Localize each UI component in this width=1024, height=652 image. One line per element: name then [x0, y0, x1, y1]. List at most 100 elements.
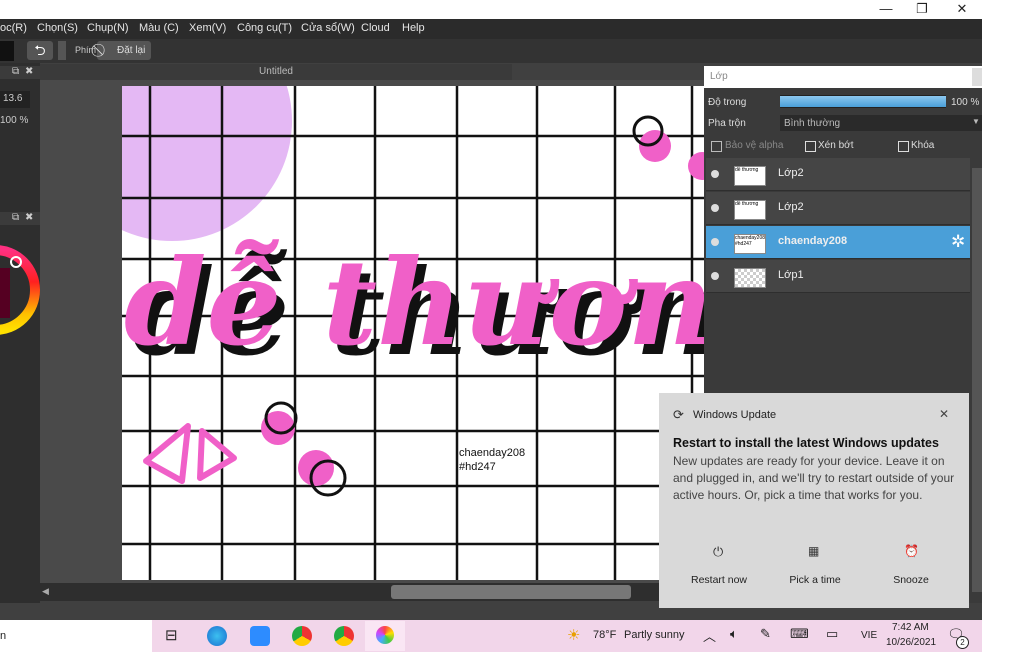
menu-item-image[interactable]: oc(R) [0, 22, 27, 34]
desktop-edge [982, 0, 1024, 652]
layer-item-selected[interactable]: chaenday208 #hd247 chaenday208 ✲ [706, 226, 970, 259]
chrome-icon[interactable] [334, 626, 354, 646]
visibility-icon[interactable] [711, 272, 719, 280]
visibility-icon[interactable] [711, 204, 719, 212]
power-icon: ⏻ [713, 544, 724, 559]
toast-close-icon[interactable]: ✕ [939, 407, 949, 421]
minimize-button[interactable]: — [866, 0, 906, 19]
menu-item-capture[interactable]: Chụp(N) [87, 22, 129, 34]
phim-label: Phím [75, 45, 97, 55]
scroll-thumb[interactable] [391, 585, 631, 599]
popout-icon[interactable]: ⧉ [12, 212, 19, 223]
reset-label: Đặt lại [117, 45, 146, 56]
blend-mode-select[interactable]: Bình thường ▼ [780, 115, 982, 131]
menu-item-color[interactable]: Màu (C) [139, 22, 179, 34]
notification-toast[interactable]: ⟳ Windows Update ✕ Restart to install th… [659, 393, 969, 608]
color-wheel[interactable] [0, 228, 40, 358]
layer-thumbnail [734, 268, 766, 288]
task-view-icon[interactable]: ⊟ [165, 626, 178, 644]
reset-button[interactable]: ⃠ Đặt lại [97, 41, 151, 60]
language-indicator[interactable]: VIE [861, 630, 877, 641]
brush-size-value: 13.6 [3, 93, 23, 104]
pick-a-time-label: Pick a time [789, 574, 841, 586]
title-text: dễ thương [124, 233, 704, 372]
snooze-button[interactable]: ⏰ Snooze [863, 539, 959, 589]
toast-title: Restart to install the latest Windows up… [673, 436, 939, 450]
pen-icon[interactable]: ✎ [760, 626, 771, 642]
toast-app-name: Windows Update [693, 409, 777, 421]
brush-opacity-value: 100 % [0, 115, 29, 126]
gear-icon[interactable]: ✲ [951, 232, 965, 252]
menu-item-select[interactable]: Chọn(S) [37, 22, 78, 34]
layer-scrollbar[interactable] [972, 168, 982, 592]
popout-icon[interactable]: ⧉ [12, 66, 19, 77]
signature-line2: #hd247 [459, 461, 496, 473]
network-icon[interactable]: ▭ [826, 626, 838, 642]
taskbar-search-area[interactable]: n [0, 620, 152, 652]
undo-dropdown[interactable] [58, 41, 66, 60]
document-tab[interactable]: Untitled [40, 64, 512, 80]
weather-desc[interactable]: Partly sunny [624, 629, 685, 641]
menu-item-cloud[interactable]: Cloud [361, 22, 390, 34]
close-panel-icon[interactable]: ✖ [25, 212, 33, 223]
opacity-slider[interactable] [780, 95, 946, 108]
left-panel-header [0, 66, 40, 79]
document-title: Untitled [259, 66, 293, 77]
menu-item-help[interactable]: Help [402, 22, 425, 34]
visibility-icon[interactable] [711, 170, 719, 178]
volume-icon[interactable]: 🔈︎ [730, 626, 738, 642]
menu-item-view[interactable]: Xem(V) [189, 22, 226, 34]
weather-temp[interactable]: 78°F [593, 629, 616, 641]
opacity-label: Độ trong [708, 97, 747, 108]
chrome-icon[interactable] [292, 626, 312, 646]
zoom-icon[interactable] [250, 626, 270, 646]
clock-time[interactable]: 7:42 AM [892, 622, 929, 633]
medibang-icon [376, 626, 394, 644]
active-app-tile[interactable] [365, 621, 405, 651]
undo-icon[interactable]: ⮌ [27, 41, 53, 60]
protect-alpha-checkbox[interactable] [711, 141, 722, 152]
lavender-circle [122, 86, 292, 241]
layer-name: Lớp2 [778, 167, 804, 179]
toast-body: New updates are ready for your device. L… [673, 454, 955, 502]
panel-scroll[interactable] [972, 68, 982, 86]
clipping-checkbox[interactable] [805, 141, 816, 152]
close-button[interactable]: ✕ [942, 0, 982, 19]
scroll-left-icon[interactable]: ◀ [42, 586, 49, 597]
lock-label: Khóa [911, 140, 935, 151]
layer-item[interactable]: Lớp1 [706, 260, 970, 293]
color-panel-header [0, 212, 40, 225]
clock-date[interactable]: 10/26/2021 [886, 637, 936, 648]
layer-panel-header: Lớp [704, 66, 982, 88]
drawing-canvas[interactable]: dễ thương dễ thương chaenday208 #hd247 [122, 86, 704, 580]
restart-now-button[interactable]: ⏻ Restart now [671, 539, 767, 589]
protect-alpha-label: Bảo vệ alpha [725, 140, 784, 151]
menu-item-tools[interactable]: Công cụ(T) [237, 22, 292, 34]
blend-label: Pha trộn [708, 118, 746, 129]
layer-panel-title: Lớp [710, 71, 728, 82]
taskbar-left-text: n [0, 630, 7, 642]
horizontal-scrollbar[interactable]: ◀ [40, 583, 704, 601]
layer-thumbnail: dễ thương [734, 200, 766, 220]
pick-a-time-button[interactable]: ▦ Pick a time [767, 539, 863, 589]
layer-name: Lớp1 [778, 269, 804, 281]
edge-icon[interactable] [207, 626, 227, 646]
keyboard-icon[interactable]: ⌨ [790, 626, 809, 642]
restart-now-label: Restart now [690, 574, 748, 586]
blend-mode-value: Bình thường [784, 118, 841, 129]
chevron-up-icon[interactable]: ︿ [703, 626, 716, 645]
weather-icon[interactable]: ☀ [567, 626, 580, 644]
close-panel-icon[interactable]: ✖ [25, 66, 33, 77]
calendar-clock-icon: ▦ [808, 544, 820, 558]
signature-line1: chaenday208 [459, 447, 526, 459]
clipping-label: Xén bớt [818, 140, 854, 151]
lock-checkbox[interactable] [898, 141, 909, 152]
layer-item[interactable]: dễ thương Lớp2 [706, 158, 970, 191]
visibility-icon[interactable] [711, 238, 719, 246]
restore-button[interactable]: ❐ [902, 0, 942, 19]
tool-selector[interactable] [0, 41, 14, 61]
menu-item-window[interactable]: Cửa sổ(W) [301, 22, 355, 34]
layer-item[interactable]: dễ thương Lớp2 [706, 192, 970, 225]
chevron-down-icon: ▼ [972, 117, 980, 126]
brush-size-field[interactable]: 13.6 [0, 91, 30, 108]
